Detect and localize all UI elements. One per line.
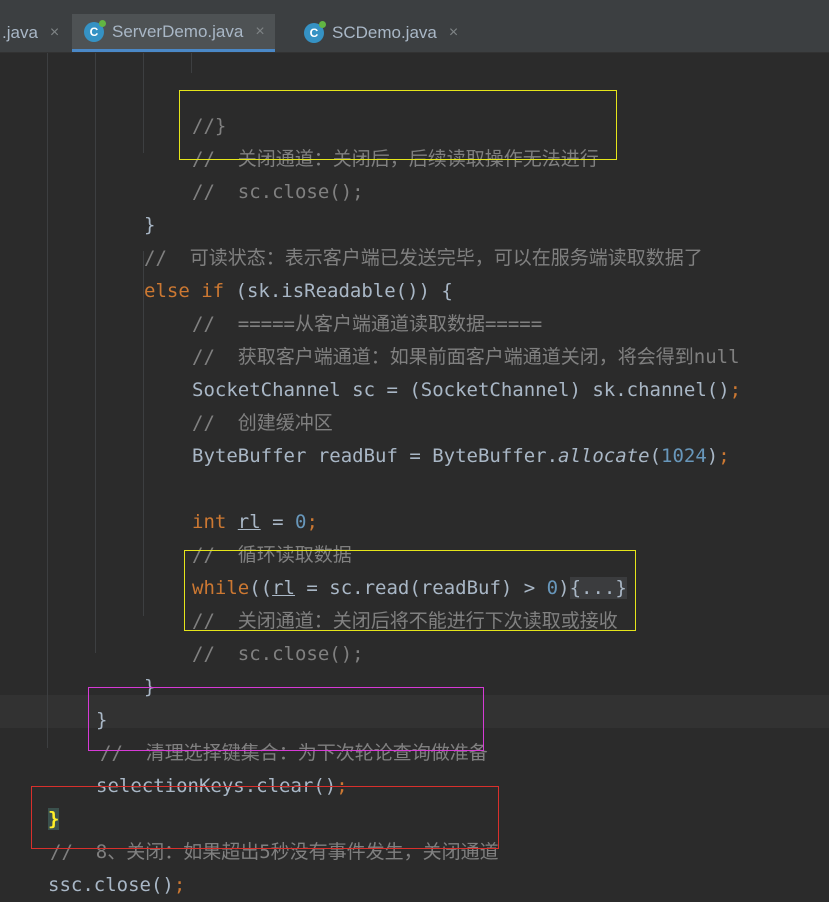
code-line: // 创建缓冲区 (192, 412, 333, 434)
tab-label: SCDemo.java (332, 23, 437, 42)
code-line: // sc.close(); (192, 643, 364, 665)
close-icon[interactable]: × (50, 24, 59, 42)
tab-label: .java (2, 23, 38, 42)
code-line: int rl = 0; (192, 511, 318, 533)
close-icon[interactable]: × (449, 24, 458, 42)
java-class-icon: C (84, 19, 106, 42)
annotation-box-yellow (184, 550, 636, 631)
tab-partial-java[interactable]: .java × (0, 14, 59, 52)
code-line: // 获取客户端通道：如果前面客户端通道关闭，将会得到null (192, 346, 740, 368)
code-line: SocketChannel sc = (SocketChannel) sk.ch… (192, 379, 742, 401)
annotation-box-magenta (88, 687, 484, 751)
code-line: ByteBuffer readBuf = ByteBuffer.allocate… (192, 445, 730, 467)
indent-guide (191, 53, 192, 73)
tab-scdemo[interactable]: C SCDemo.java × (292, 14, 468, 52)
tab-serverdemo[interactable]: C ServerDemo.java × (72, 14, 275, 52)
java-class-icon: C (304, 21, 326, 43)
annotation-box-red (31, 786, 499, 849)
code-line: ssc.close(); (48, 874, 186, 896)
code-line: else if (sk.isReadable()) { (144, 280, 453, 302)
editor-tab-bar: .java × C ServerDemo.java × C SCDemo.jav… (0, 0, 829, 53)
code-line: // 可读状态：表示客户端已发送完毕，可以在服务端读取数据了 (144, 247, 703, 269)
code-editor[interactable]: //} // 关闭通道：关闭后，后续读取操作无法进行 // sc.close()… (0, 53, 829, 896)
indent-guide (47, 53, 48, 748)
annotation-box-yellow (179, 90, 617, 160)
indent-guide (95, 53, 96, 653)
code-line: // sc.close(); (192, 181, 364, 203)
code-line: // =====从客户端通道读取数据===== (192, 313, 543, 335)
indent-guide (143, 53, 144, 153)
close-icon[interactable]: × (255, 23, 264, 41)
tab-label: ServerDemo.java (112, 21, 244, 41)
code-line: } (144, 214, 156, 236)
